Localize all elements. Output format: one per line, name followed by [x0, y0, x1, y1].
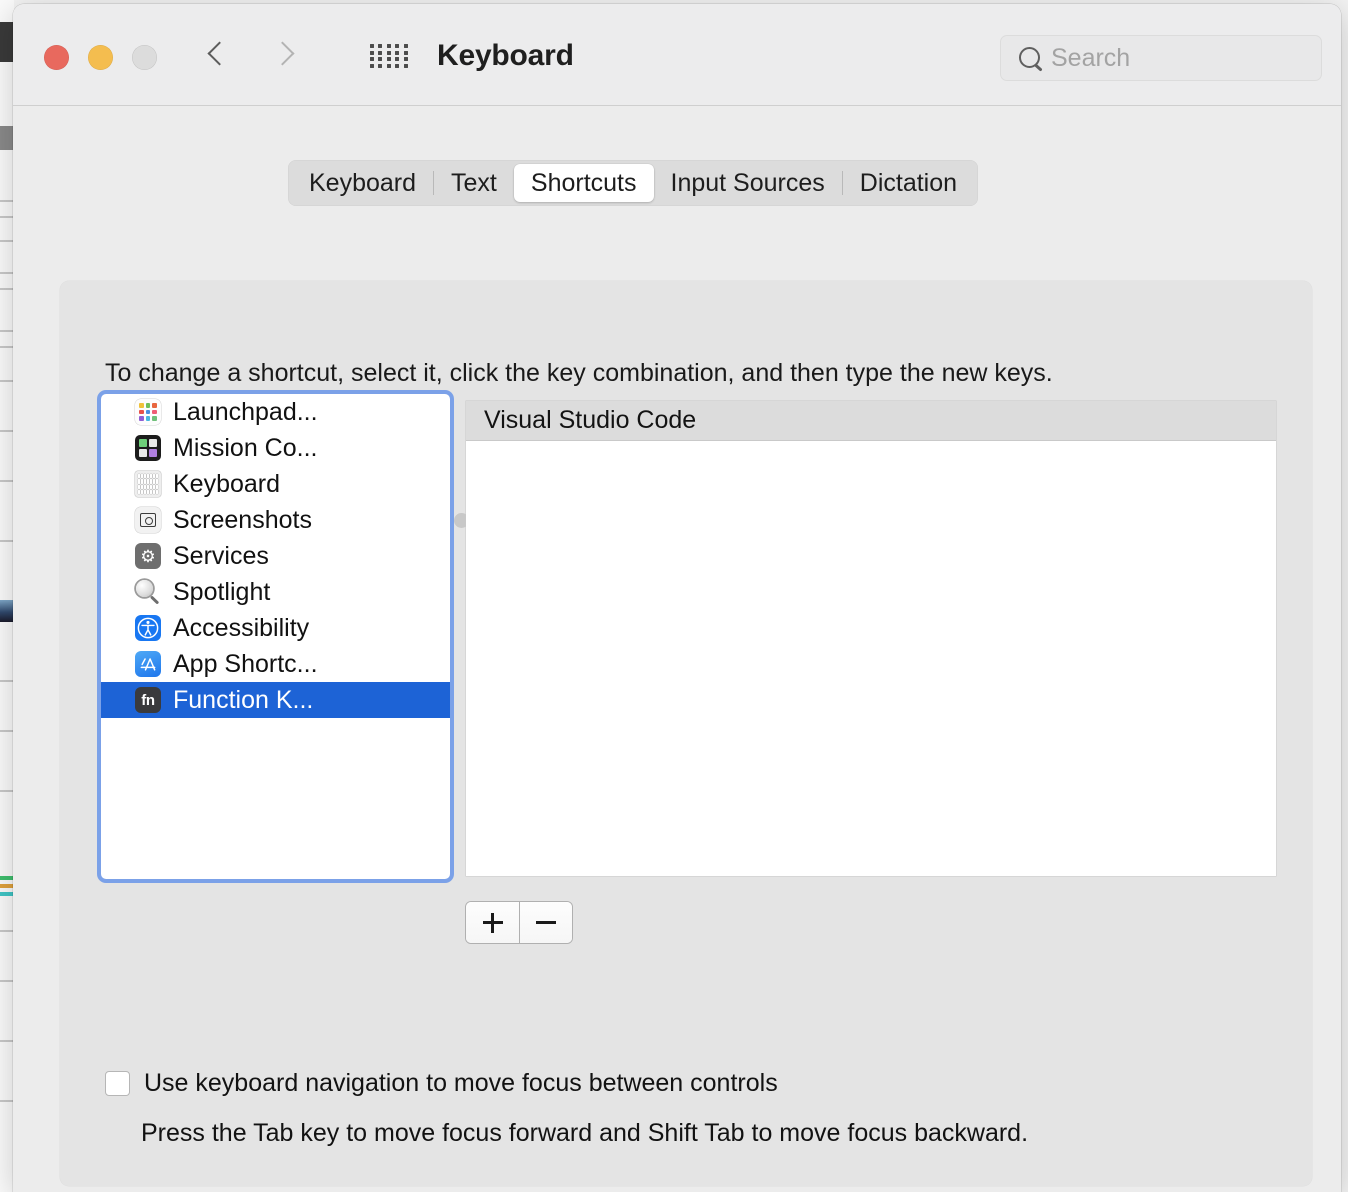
keyboard-navigation-description: Press the Tab key to move focus forward … [141, 1119, 1028, 1148]
shortcuts-content-panel: To change a shortcut, select it, click t… [60, 281, 1312, 1186]
category-label: Keyboard [173, 470, 280, 499]
instruction-text: To change a shortcut, select it, click t… [105, 359, 1053, 388]
category-label: App Shortc... [173, 650, 318, 679]
category-row-keyboard[interactable]: Keyboard [101, 466, 450, 502]
category-label: Accessibility [173, 614, 309, 643]
remove-shortcut-button[interactable] [519, 902, 572, 943]
page-title: Keyboard [437, 39, 574, 73]
keyboard-navigation-checkbox[interactable] [105, 1071, 130, 1096]
detail-header-label: Visual Studio Code [484, 406, 696, 435]
chevron-right-icon[interactable] [271, 34, 297, 78]
search-input[interactable] [1051, 44, 1309, 73]
add-shortcut-button[interactable] [466, 902, 519, 943]
mission-control-icon [135, 435, 161, 461]
preferences-body: Keyboard Text Shortcuts Input Sources Di… [13, 106, 1341, 1192]
services-gear-icon: ⚙ [135, 543, 161, 569]
detail-panel-header: Visual Studio Code [466, 401, 1276, 441]
show-all-grid-icon[interactable] [369, 42, 411, 70]
launchpad-icon [135, 399, 161, 425]
add-remove-button-group [466, 902, 572, 943]
keyboard-navigation-row[interactable]: Use keyboard navigation to move focus be… [105, 1069, 778, 1098]
tab-shortcuts[interactable]: Shortcuts [514, 164, 654, 202]
close-window-button[interactable] [44, 45, 69, 70]
category-label: Mission Co... [173, 434, 317, 463]
plus-icon [483, 913, 503, 933]
shortcut-list[interactable] [466, 441, 1276, 876]
category-row-services[interactable]: ⚙ Services [101, 538, 450, 574]
category-label: Services [173, 542, 269, 571]
spotlight-magnifier-icon [135, 579, 161, 605]
category-row-mission-control[interactable]: Mission Co... [101, 430, 450, 466]
category-label: Screenshots [173, 506, 312, 535]
shortcut-category-list[interactable]: Launchpad... Mission Co... [101, 394, 450, 879]
zoom-window-button[interactable] [132, 45, 157, 70]
desktop-background: Keyboard Keyboard Text Shortcuts Input S… [0, 0, 1348, 1192]
minimize-window-button[interactable] [88, 45, 113, 70]
fn-key-icon: fn [135, 687, 161, 713]
tab-keyboard[interactable]: Keyboard [292, 164, 433, 202]
traffic-lights [44, 45, 157, 70]
category-row-function-keys[interactable]: fn Function K... [101, 682, 450, 718]
category-row-spotlight[interactable]: Spotlight [101, 574, 450, 610]
category-label: Launchpad... [173, 398, 318, 427]
accessibility-icon [135, 615, 161, 641]
category-row-screenshots[interactable]: Screenshots [101, 502, 450, 538]
tab-input-sources[interactable]: Input Sources [654, 164, 842, 202]
minus-icon [536, 913, 556, 933]
chevron-left-icon[interactable] [205, 34, 231, 78]
category-row-launchpad[interactable]: Launchpad... [101, 394, 450, 430]
tab-dictation[interactable]: Dictation [843, 164, 974, 202]
background-window-sliver [0, 0, 14, 1192]
system-preferences-window: Keyboard Keyboard Text Shortcuts Input S… [13, 4, 1341, 1192]
keyboard-navigation-label: Use keyboard navigation to move focus be… [144, 1069, 778, 1098]
navigation-arrows [205, 34, 297, 78]
screenshots-icon [135, 507, 161, 533]
keyboard-icon [135, 471, 161, 497]
shortcut-detail-panel: Visual Studio Code [466, 401, 1276, 876]
tab-text[interactable]: Text [434, 164, 514, 202]
search-icon [1013, 41, 1047, 75]
category-label: Spotlight [173, 578, 270, 607]
category-label: Function K... [173, 686, 313, 715]
window-titlebar: Keyboard [13, 4, 1341, 106]
app-store-icon [135, 651, 161, 677]
category-row-accessibility[interactable]: Accessibility [101, 610, 450, 646]
category-row-app-shortcuts[interactable]: App Shortc... [101, 646, 450, 682]
tab-bar: Keyboard Text Shortcuts Input Sources Di… [288, 160, 978, 206]
search-field[interactable] [1000, 35, 1322, 81]
